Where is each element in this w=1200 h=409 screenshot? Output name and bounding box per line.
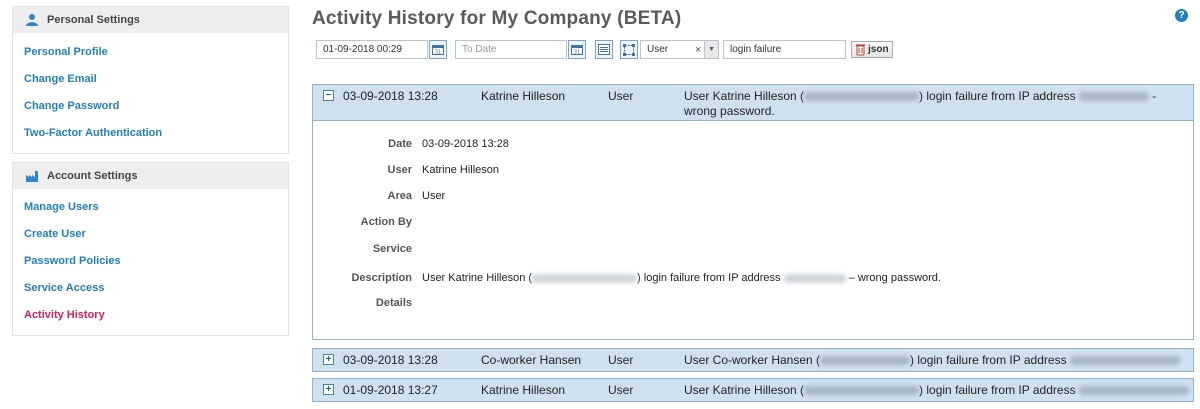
sidebar-item-change-email[interactable]: Change Email	[13, 66, 288, 93]
from-date-input[interactable]	[316, 40, 428, 59]
row-area: User	[608, 89, 634, 103]
desc-prefix: User Co-worker Hansen (	[684, 353, 821, 367]
detail-label-area: Area	[387, 190, 412, 202]
detail-label-date: Date	[388, 138, 412, 150]
sidebar-item-two-factor[interactable]: Two-Factor Authentication	[13, 120, 288, 147]
area-select-icon[interactable]	[620, 40, 638, 59]
detail-label-service: Service	[372, 243, 412, 255]
sidebar: Personal Settings Personal Profile Chang…	[12, 6, 289, 344]
factory-icon	[25, 169, 39, 183]
redacted-email	[532, 273, 638, 283]
row-datetime: 03-09-2018 13:28	[343, 89, 438, 103]
redacted-ip	[1078, 92, 1149, 102]
area-select[interactable]: User × ▼	[640, 40, 719, 59]
row-datetime: 03-09-2018 13:28	[343, 353, 438, 367]
redacted-ip	[783, 273, 846, 283]
search-input[interactable]	[723, 40, 846, 59]
list-view-icon[interactable]	[595, 40, 613, 59]
page-title: Activity History for My Company (BETA)	[312, 8, 682, 29]
row-user: Katrine Hilleson	[481, 383, 566, 397]
row-user: Co-worker Hansen	[481, 353, 582, 367]
chevron-down-icon[interactable]: ▼	[704, 41, 718, 58]
sidebar-item-activity-history[interactable]: Activity History	[13, 302, 288, 329]
sidebar-item-service-access[interactable]: Service Access	[13, 275, 288, 302]
desc-mid: ) login failure from IP address	[910, 353, 1067, 367]
help-icon[interactable]: ?	[1175, 9, 1188, 22]
detail-user: Katrine Hilleson	[422, 164, 500, 176]
activity-row[interactable]: + 01-09-2018 13:27 Katrine Hilleson User…	[312, 378, 1194, 402]
desc-prefix: User Katrine Hilleson (	[422, 272, 533, 284]
account-settings-header: Account Settings	[13, 163, 288, 189]
redacted-ip	[1078, 386, 1189, 396]
expand-icon[interactable]: +	[323, 354, 334, 365]
json-export-button[interactable]: json	[851, 41, 893, 58]
row-area: User	[608, 383, 634, 397]
redacted-ip	[1069, 356, 1180, 366]
desc-line2: wrong password.	[684, 104, 775, 118]
clear-icon[interactable]: ×	[692, 44, 704, 56]
desc-mid: ) login failure from IP address	[637, 272, 781, 284]
json-label: json	[868, 44, 889, 55]
desc-suffix: -	[1148, 89, 1157, 103]
account-settings-panel: Account Settings Manage Users Create Use…	[12, 162, 289, 336]
row-description: User Katrine Hilleson ( ) login failure f…	[684, 89, 1184, 119]
panel-title: Account Settings	[47, 170, 138, 182]
sidebar-item-manage-users[interactable]: Manage Users	[13, 194, 288, 221]
activity-row[interactable]: − 03-09-2018 13:28 Katrine Hilleson User…	[312, 84, 1194, 121]
sidebar-item-personal-profile[interactable]: Personal Profile	[13, 39, 288, 66]
detail-label-description: Description	[351, 272, 412, 284]
collapse-icon[interactable]: −	[323, 90, 334, 101]
sidebar-item-password-policies[interactable]: Password Policies	[13, 248, 288, 275]
expand-icon[interactable]: +	[323, 384, 334, 395]
panel-title: Personal Settings	[47, 14, 140, 26]
from-date-calendar-icon[interactable]: 31	[429, 40, 447, 59]
detail-area: User	[422, 190, 446, 202]
row-description: User Katrine Hilleson ( ) login failure f…	[684, 383, 1189, 397]
user-icon	[25, 13, 39, 27]
to-date-calendar-icon[interactable]: 31	[568, 40, 586, 59]
detail-label-details: Details	[375, 297, 412, 309]
detail-description: User Katrine Hilleson ( ) login failure f…	[422, 272, 941, 284]
to-date-input[interactable]	[455, 40, 567, 59]
desc-mid: ) login failure from IP address	[919, 383, 1076, 397]
desc-mid: ) login failure from IP address	[919, 89, 1076, 103]
desc-prefix: User Katrine Hilleson (	[684, 383, 805, 397]
redacted-email	[804, 386, 920, 396]
activity-row[interactable]: + 03-09-2018 13:28 Co-worker Hansen User…	[312, 348, 1194, 372]
row-area: User	[608, 353, 634, 367]
trash-icon	[855, 43, 866, 56]
sidebar-item-change-password[interactable]: Change Password	[13, 93, 288, 120]
redacted-email	[820, 356, 911, 366]
svg-text:31: 31	[435, 50, 441, 56]
detail-date: 03-09-2018 13:28	[422, 138, 509, 150]
personal-settings-panel: Personal Settings Personal Profile Chang…	[12, 6, 289, 154]
desc-prefix: User Katrine Hilleson (	[684, 89, 805, 103]
desc-suffix: – wrong password.	[845, 272, 941, 284]
row-datetime: 01-09-2018 13:27	[343, 383, 438, 397]
redacted-email	[804, 92, 920, 102]
row-description: User Co-worker Hansen ( ) login failure f…	[684, 353, 1180, 367]
svg-text:31: 31	[574, 50, 580, 56]
area-select-value: User	[647, 44, 669, 55]
personal-settings-header: Personal Settings	[13, 7, 288, 33]
detail-label-user: User	[387, 164, 412, 176]
detail-label-action-by: Action By	[360, 216, 412, 228]
activity-detail-panel: Date 03-09-2018 13:28 User Katrine Hille…	[312, 121, 1194, 340]
sidebar-item-create-user[interactable]: Create User	[13, 221, 288, 248]
row-user: Katrine Hilleson	[481, 89, 566, 103]
